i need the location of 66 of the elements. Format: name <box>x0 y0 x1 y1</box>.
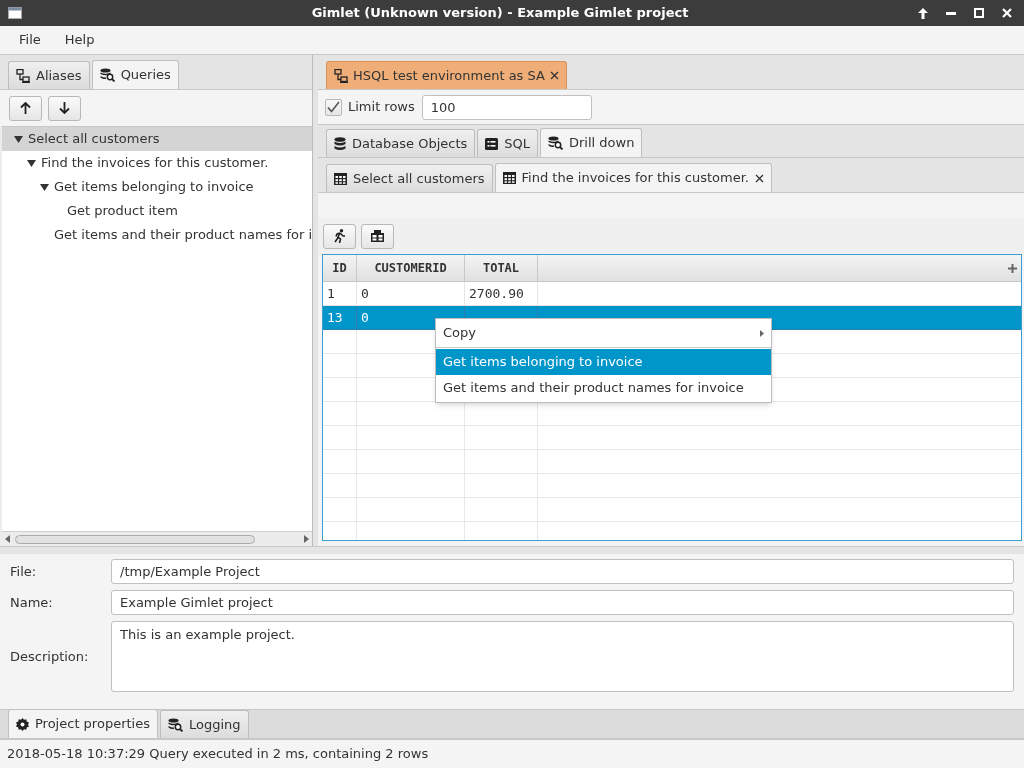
run-button[interactable] <box>323 223 356 249</box>
column-header[interactable]: ID <box>323 255 357 281</box>
check-icon <box>327 101 340 113</box>
limit-rows-label: Limit rows <box>348 98 415 117</box>
scroll-right-icon[interactable] <box>304 535 309 543</box>
tab[interactable]: Logging <box>159 710 249 738</box>
menu-item[interactable]: Get items and their product names for invoice <box>436 375 771 401</box>
network-icon <box>334 68 348 83</box>
field-label: Name: <box>10 593 54 612</box>
horizontal-scrollbar[interactable] <box>2 531 312 546</box>
menu-item[interactable]: File <box>8 27 52 53</box>
tree-item[interactable]: Select all customers <box>2 127 312 151</box>
window-icon <box>8 7 22 19</box>
limit-rows-checkbox[interactable] <box>325 98 342 116</box>
database-search-icon <box>99 68 115 82</box>
move-down-button[interactable] <box>48 95 81 121</box>
network-icon <box>16 68 30 83</box>
arrow-down-icon <box>59 102 70 114</box>
connection-tab[interactable]: HSQL test environment as SA <box>326 61 567 89</box>
keep-above-icon[interactable] <box>918 7 928 19</box>
table-cell: 13 <box>323 306 357 330</box>
description-field[interactable]: This is an example project. <box>111 621 1014 692</box>
table-button[interactable] <box>361 223 394 249</box>
database-icon <box>334 136 346 151</box>
close-icon[interactable] <box>1002 8 1012 18</box>
close-icon <box>549 71 559 80</box>
tree-item[interactable]: Get product item <box>2 199 312 223</box>
scroll-left-icon[interactable] <box>5 535 10 543</box>
running-figure-icon <box>333 229 346 243</box>
tab[interactable]: Aliases <box>8 61 90 89</box>
tab[interactable]: Select all customers <box>326 164 493 192</box>
text-field[interactable]: Example Gimlet project <box>111 590 1014 615</box>
database-search-icon <box>548 136 563 150</box>
column-header[interactable]: CUSTOMERID <box>357 255 465 281</box>
tree-item[interactable]: Find the invoices for this customer. <box>2 151 312 175</box>
database-search-icon <box>167 717 183 732</box>
submenu-arrow-icon <box>760 329 764 337</box>
tree-item[interactable]: Get items and their product names for i <box>2 223 312 247</box>
expanded-triangle-icon <box>14 135 23 143</box>
window-title: Gimlet (Unknown version) - Example Gimlet project <box>310 4 690 23</box>
field-label: File: <box>10 562 38 581</box>
tab[interactable]: SQL <box>477 129 538 157</box>
minimize-icon[interactable] <box>946 11 956 15</box>
limit-rows-field[interactable]: 100 <box>421 94 592 120</box>
text-field[interactable]: /tmp/Example Project <box>111 559 1014 584</box>
menu-item[interactable]: Help <box>53 27 106 53</box>
expanded-triangle-icon <box>40 183 49 191</box>
expanded-triangle-icon <box>27 159 36 167</box>
add-column-icon <box>1008 263 1017 273</box>
arrow-up-icon <box>20 102 31 114</box>
tree-item[interactable]: Get items belonging to invoice <box>2 175 312 199</box>
list-icon <box>485 137 499 150</box>
tab[interactable]: Queries <box>91 60 179 89</box>
tab[interactable]: Project properties <box>8 709 158 738</box>
gear-icon <box>16 717 29 731</box>
tab[interactable]: Find the invoices for this customer. <box>494 163 772 192</box>
tab[interactable]: Drill down <box>540 128 643 157</box>
column-header[interactable]: TOTAL <box>465 255 538 281</box>
table-row[interactable]: 1 0 2700.90 <box>323 282 1021 306</box>
grid-icon <box>334 172 347 185</box>
move-up-button[interactable] <box>9 95 42 121</box>
tab[interactable]: Database Objects <box>326 129 476 157</box>
maximize-icon[interactable] <box>974 8 984 18</box>
field-label: Description: <box>10 647 90 666</box>
table-icon <box>371 230 384 242</box>
grid-icon <box>502 172 516 184</box>
